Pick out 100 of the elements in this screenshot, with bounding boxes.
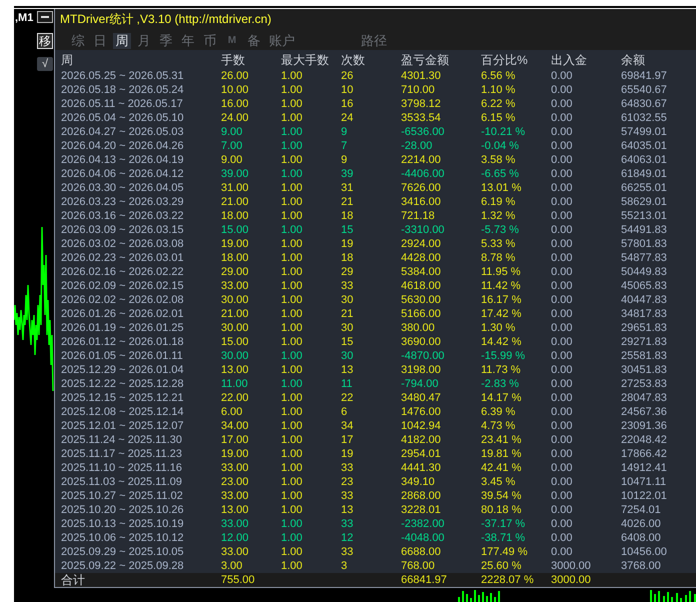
tab[interactable]: 综 <box>69 33 87 49</box>
column-header: 盈亏金额 <box>401 52 449 66</box>
table-cell: -10.21 % <box>481 125 526 139</box>
table-cell: 2025.10.13 ~ 2025.10.19 <box>61 517 184 531</box>
table-cell: 9 <box>341 125 348 139</box>
table-cell: 2026.05.25 ~ 2026.05.31 <box>61 69 184 83</box>
table-cell: 0.00 <box>551 447 572 461</box>
table-cell: 2026.01.26 ~ 2026.02.01 <box>61 307 184 321</box>
table-cell: 30451.83 <box>621 363 667 377</box>
table-cell: 768.00 <box>401 559 435 573</box>
tab[interactable]: 年 <box>179 33 197 49</box>
table-cell: 42.41 % <box>481 461 522 475</box>
table-cell: 33.00 <box>221 279 249 293</box>
table-cell: 54491.83 <box>621 223 667 237</box>
table-cell: 17866.42 <box>621 447 667 461</box>
table-cell: 34 <box>341 419 354 433</box>
table-cell: 177.49 % <box>481 545 528 559</box>
table-cell: 2026.02.02 ~ 2026.02.08 <box>61 293 184 307</box>
total-cell: 3000.00 <box>551 573 591 587</box>
table-cell: 349.10 <box>401 475 435 489</box>
table-cell: 29 <box>341 265 354 279</box>
chart-symbol-label: ,M1 <box>15 12 34 24</box>
table-cell: 1.00 <box>281 391 302 405</box>
table-cell: 2026.01.12 ~ 2026.01.18 <box>61 335 184 349</box>
table-cell: 2026.01.05 ~ 2026.01.11 <box>61 349 183 363</box>
table-cell: -0.04 % <box>481 139 519 153</box>
tab[interactable]: 周 <box>113 33 131 49</box>
table-cell: 80.18 % <box>481 503 522 517</box>
table-cell: 1.00 <box>281 125 302 139</box>
table-cell: 33 <box>341 517 354 531</box>
move-button[interactable]: 移 <box>37 33 53 49</box>
table-cell: 380.00 <box>401 321 435 335</box>
table-cell: 33 <box>341 279 354 293</box>
table-cell: 64035.01 <box>621 139 667 153</box>
total-label: 合计 <box>61 573 85 587</box>
table-cell: 18.00 <box>221 251 249 265</box>
table-cell: 29.00 <box>221 265 249 279</box>
table-cell: 1.00 <box>281 195 302 209</box>
tab[interactable]: 月 <box>135 33 153 49</box>
check-button[interactable]: √ <box>37 57 53 71</box>
table-cell: 21.00 <box>221 307 249 321</box>
table-cell: 34.00 <box>221 419 249 433</box>
table-cell: -4870.00 <box>401 349 444 363</box>
table-cell: 13 <box>341 503 354 517</box>
table-cell: 2025.12.01 ~ 2025.12.07 <box>61 419 184 433</box>
table-cell: 2954.01 <box>401 447 441 461</box>
table-cell: 1.00 <box>281 69 302 83</box>
table-cell: 1.00 <box>281 97 302 111</box>
table-cell: 2025.10.20 ~ 2025.10.26 <box>61 503 184 517</box>
table-cell: 2025.10.06 ~ 2025.10.12 <box>61 531 184 545</box>
table-cell: 0.00 <box>551 419 572 433</box>
table-cell: 0.00 <box>551 139 572 153</box>
table-cell: 2026.04.27 ~ 2026.05.03 <box>61 125 184 139</box>
price-chart-drawing <box>458 588 500 602</box>
table-cell: 17.00 <box>221 433 249 447</box>
table-cell: 3198.00 <box>401 363 441 377</box>
table-cell: 31 <box>341 181 354 195</box>
table-cell: 11.95 % <box>481 265 521 279</box>
table-cell: 1.00 <box>281 265 302 279</box>
table-cell: 1.00 <box>281 363 302 377</box>
tab[interactable]: M <box>223 33 241 49</box>
table-cell: 30.00 <box>221 321 249 335</box>
table-cell: -37.17 % <box>481 517 526 531</box>
table-cell: 6688.00 <box>401 545 441 559</box>
table-cell: 23 <box>341 475 354 489</box>
table-cell: 2026.03.09 ~ 2026.03.15 <box>61 223 184 237</box>
table-cell: 3533.54 <box>401 111 441 125</box>
tab[interactable]: 备 <box>245 33 263 49</box>
table-cell: 0.00 <box>551 223 572 237</box>
table-cell: 4301.30 <box>401 69 441 83</box>
table-cell: 55213.01 <box>621 209 667 223</box>
table-cell: 26.00 <box>221 69 249 83</box>
column-header: 百分比% <box>481 52 528 66</box>
table-cell: 2025.10.27 ~ 2025.11.02 <box>61 489 183 503</box>
tab[interactable]: 币 <box>201 33 219 49</box>
path-button[interactable]: 路径 <box>359 33 389 49</box>
table-cell: 4026.00 <box>621 517 661 531</box>
table-cell: 29651.83 <box>621 321 667 335</box>
tab[interactable]: 账户 <box>267 33 297 49</box>
table-cell: 5.33 % <box>481 237 516 251</box>
table-cell: 24.00 <box>221 111 249 125</box>
table-cell: 21.00 <box>221 195 249 209</box>
table-cell: 22048.42 <box>621 433 667 447</box>
table-cell: 3000.00 <box>551 559 591 573</box>
table-cell: 0.00 <box>551 377 572 391</box>
table-cell: 11.42 % <box>481 279 521 293</box>
tab[interactable]: 季 <box>157 33 175 49</box>
minimize-button[interactable] <box>37 11 53 23</box>
table-cell: 0.00 <box>551 545 572 559</box>
table-cell: 0.00 <box>551 209 572 223</box>
table-cell: -6536.00 <box>401 125 444 139</box>
column-header: 最大手数 <box>281 52 329 66</box>
table-cell: 19 <box>341 447 354 461</box>
tab[interactable]: 日 <box>91 33 109 49</box>
table-cell: 13 <box>341 363 354 377</box>
table-cell: 2025.12.15 ~ 2025.12.21 <box>61 391 184 405</box>
table-cell: -4406.00 <box>401 167 444 181</box>
table-cell: 2025.12.08 ~ 2025.12.14 <box>61 405 184 419</box>
table-cell: 34817.83 <box>621 307 667 321</box>
table-cell: 2026.03.02 ~ 2026.03.08 <box>61 237 184 251</box>
